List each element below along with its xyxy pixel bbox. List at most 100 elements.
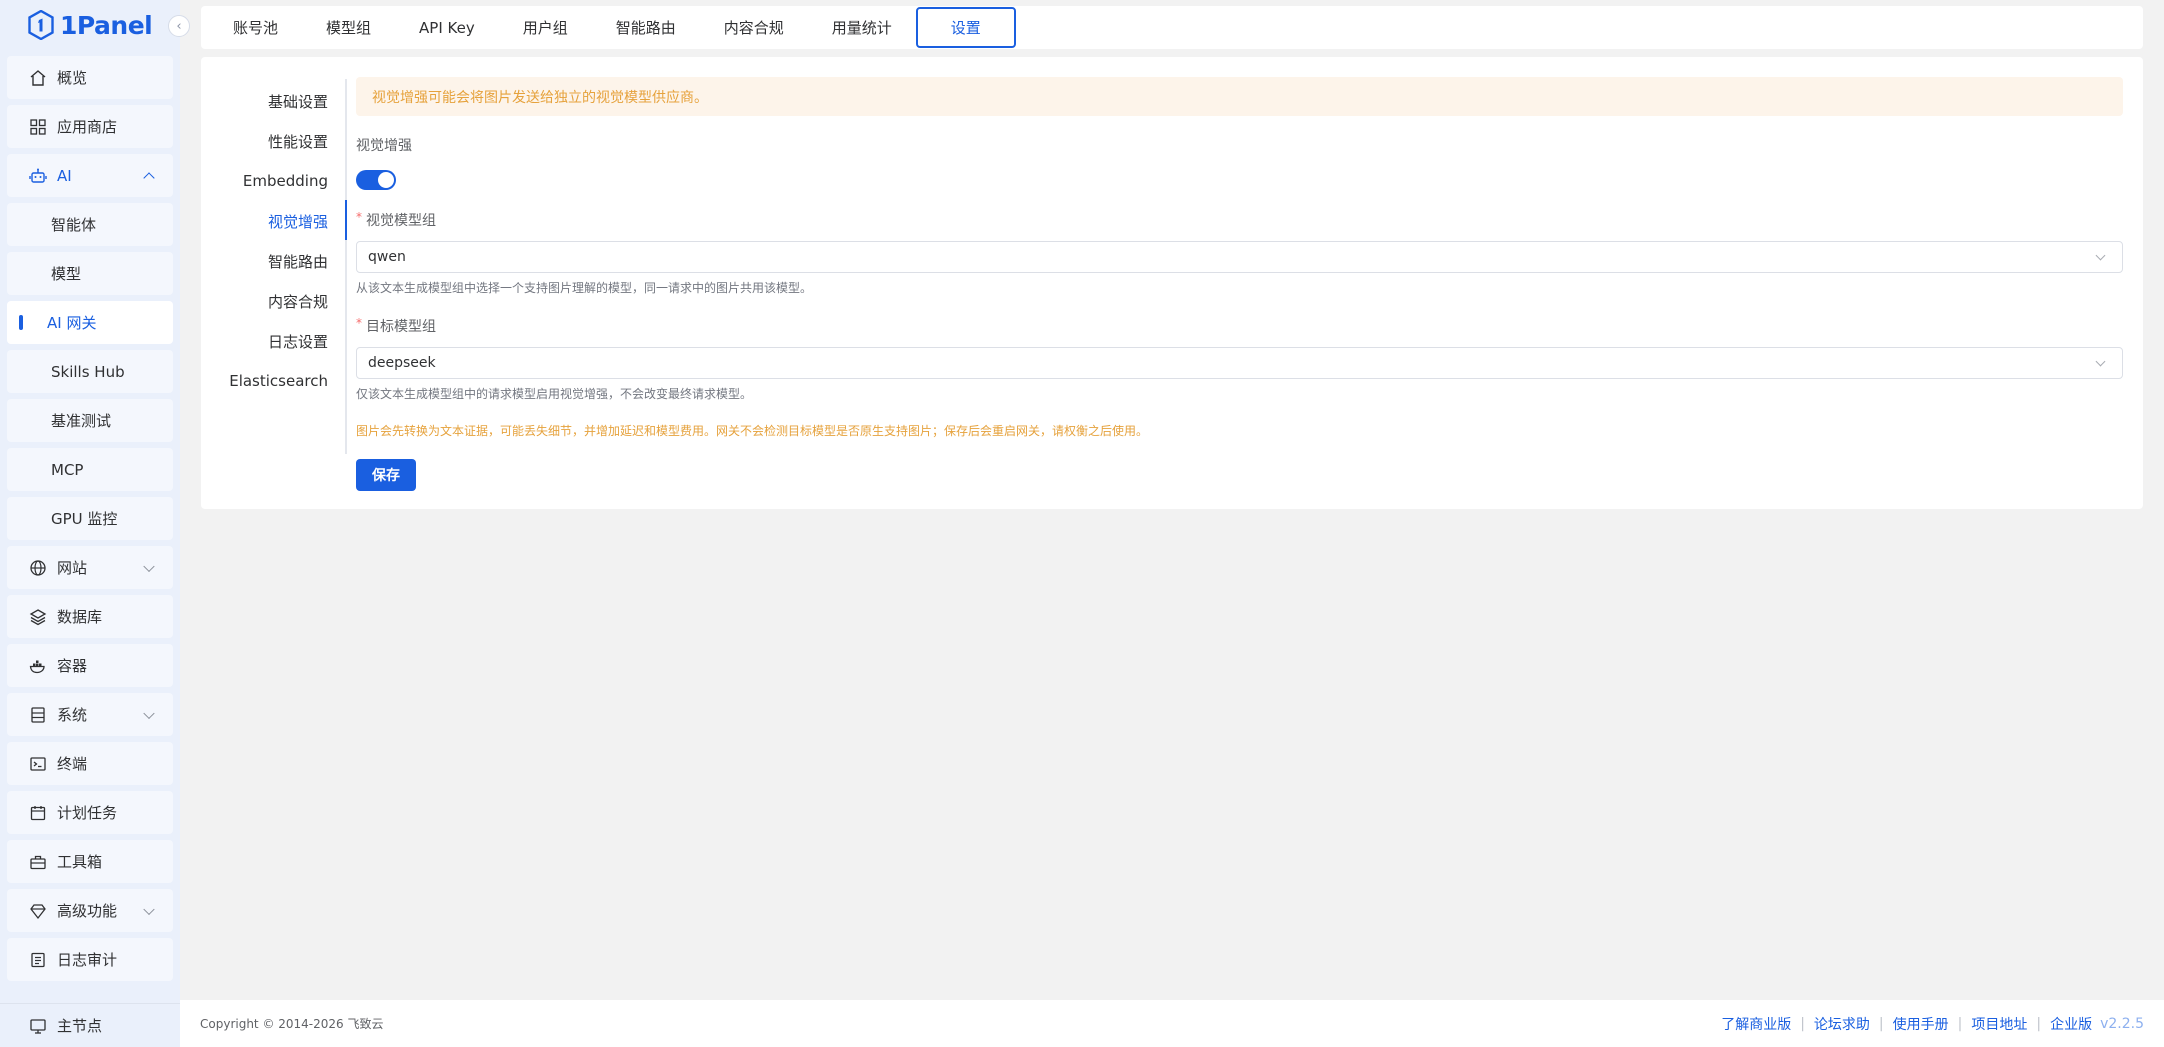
chevron-down-icon [143, 903, 155, 915]
settings-nav-basic[interactable]: 基础设置 [201, 81, 345, 121]
footer-separator: | [1878, 1015, 1884, 1032]
required-asterisk: * [356, 210, 362, 224]
server-icon [29, 706, 47, 724]
sidebar-item-ai[interactable]: AI [7, 154, 173, 197]
chevron-down-icon [2095, 356, 2106, 367]
sidebar-item-label: 终端 [57, 755, 88, 773]
tab-account-pool[interactable]: 账号池 [209, 7, 302, 48]
sidebar-item-models[interactable]: 模型 [7, 252, 173, 295]
settings-card: 基础设置 性能设置 Embedding 视觉增强 智能路由 内容合规 日志设置 … [201, 57, 2143, 509]
vision-group-help: 从该文本生成模型组中选择一个支持图片理解的模型，同一请求中的图片共用该模型。 [356, 281, 813, 295]
settings-nav-elasticsearch[interactable]: Elasticsearch [201, 361, 345, 401]
sidebar-item-label: MCP [51, 460, 84, 479]
home-icon [29, 69, 47, 87]
tab-content-compliance[interactable]: 内容合规 [700, 7, 808, 48]
footer-link-enterprise[interactable]: 企业版 [2050, 1014, 2092, 1034]
sidebar-menu: 概览 应用商店 AI 智能体 模型 AI 网关 Skills Hub 基准测试 … [7, 56, 173, 981]
sidebar-item-label: GPU 监控 [51, 510, 118, 528]
logo-hexagon-icon [28, 10, 54, 40]
footer-link-project[interactable]: 项目地址 [1971, 1014, 2027, 1034]
sidebar-item-label: 模型 [51, 265, 82, 283]
sidebar-item-benchmark[interactable]: 基准测试 [7, 399, 173, 442]
sidebar-item-label: 高级功能 [57, 902, 118, 920]
sidebar-item-database[interactable]: 数据库 [7, 595, 173, 638]
docker-icon [29, 657, 47, 675]
robot-icon [29, 167, 47, 185]
settings-nav-logging[interactable]: 日志设置 [201, 321, 345, 361]
sidebar-item-log-audit[interactable]: 日志审计 [7, 938, 173, 981]
vision-alert: 视觉增强可能会将图片发送给独立的视觉模型供应商。 [356, 77, 2123, 116]
sidebar-item-agents[interactable]: 智能体 [7, 203, 173, 246]
node-label: 主节点 [57, 1017, 103, 1035]
vision-group-label-text: 视觉模型组 [366, 213, 436, 229]
settings-nav-active-indicator [345, 200, 347, 240]
diamond-icon [29, 902, 47, 920]
chevron-down-icon [2095, 250, 2106, 261]
vision-group-select[interactable]: qwen [356, 241, 2123, 273]
sidebar-item-label: 系统 [57, 706, 88, 724]
chevron-down-icon [143, 707, 155, 719]
sidebar-item-container[interactable]: 容器 [7, 644, 173, 687]
tab-model-groups[interactable]: 模型组 [302, 7, 395, 48]
calendar-icon [29, 804, 47, 822]
settings-nav-smart-routing[interactable]: 智能路由 [201, 241, 345, 281]
globe-icon [29, 559, 47, 577]
sidebar-item-label: 工具箱 [57, 853, 103, 871]
app-logo[interactable]: 1Panel [28, 8, 153, 42]
target-group-field-label: * 目标模型组 [356, 316, 2123, 336]
save-button[interactable]: 保存 [356, 459, 416, 491]
settings-nav-embedding[interactable]: Embedding [201, 161, 345, 201]
tab-settings[interactable]: 设置 [915, 7, 1016, 48]
sidebar-item-website[interactable]: 网站 [7, 546, 173, 589]
settings-nav: 基础设置 性能设置 Embedding 视觉增强 智能路由 内容合规 日志设置 … [201, 81, 345, 401]
tab-smart-routing[interactable]: 智能路由 [592, 7, 700, 48]
chevron-down-icon [143, 560, 155, 572]
sidebar-item-overview[interactable]: 概览 [7, 56, 173, 99]
footer-link-manual[interactable]: 使用手册 [1893, 1014, 1949, 1034]
vision-warning-text: 图片会先转换为文本证据，可能丢失细节，并增加延迟和模型费用。网关不会检测目标模型… [356, 424, 1149, 438]
footer: Copyright © 2014-2026 飞致云 了解商业版 | 论坛求助 |… [180, 1000, 2164, 1047]
sidebar-item-app-store[interactable]: 应用商店 [7, 105, 173, 148]
vision-toggle-label: 视觉增强 [356, 138, 412, 154]
vision-group-field-label: * 视觉模型组 [356, 210, 2123, 230]
target-group-select[interactable]: deepseek [356, 347, 2123, 379]
footer-link-business[interactable]: 了解商业版 [1721, 1014, 1791, 1034]
tab-usage-stats[interactable]: 用量统计 [808, 7, 916, 48]
terminal-icon [29, 755, 47, 773]
required-asterisk: * [356, 316, 362, 330]
sidebar-item-system[interactable]: 系统 [7, 693, 173, 736]
vision-settings-form: 视觉增强可能会将图片发送给独立的视觉模型供应商。 视觉增强 * 视觉模型组 qw… [356, 77, 2123, 491]
vision-toggle-switch[interactable] [356, 170, 396, 190]
footer-separator: | [1957, 1015, 1963, 1032]
settings-nav-compliance[interactable]: 内容合规 [201, 281, 345, 321]
target-group-label-text: 目标模型组 [366, 319, 436, 335]
sidebar-item-label: 应用商店 [57, 118, 118, 136]
layers-icon [29, 608, 47, 626]
sidebar-item-label: 智能体 [51, 216, 97, 234]
tab-api-key[interactable]: API Key [395, 7, 499, 48]
sidebar-item-skills-hub[interactable]: Skills Hub [7, 350, 173, 393]
version-label: v2.2.5 [2100, 1015, 2144, 1032]
footer-separator: | [2036, 1015, 2042, 1032]
node-switcher[interactable]: 主节点 [0, 1003, 180, 1047]
sidebar-item-label: AI [57, 166, 72, 185]
sidebar-item-mcp[interactable]: MCP [7, 448, 173, 491]
settings-nav-vision[interactable]: 视觉增强 [201, 201, 345, 241]
sidebar-collapse-button[interactable]: ‹ [168, 15, 190, 37]
target-group-value: deepseek [368, 355, 436, 371]
sidebar-item-toolbox[interactable]: 工具箱 [7, 840, 173, 883]
sidebar-item-label: 基准测试 [51, 412, 112, 430]
sidebar-item-ai-gateway[interactable]: AI 网关 [7, 301, 173, 344]
tab-user-groups[interactable]: 用户组 [499, 7, 592, 48]
settings-nav-performance[interactable]: 性能设置 [201, 121, 345, 161]
sidebar-item-label: 网站 [57, 559, 88, 577]
sidebar-item-cron[interactable]: 计划任务 [7, 791, 173, 834]
apps-grid-icon [29, 118, 47, 136]
sidebar-item-terminal[interactable]: 终端 [7, 742, 173, 785]
footer-link-forum[interactable]: 论坛求助 [1814, 1014, 1870, 1034]
footer-separator: | [1800, 1015, 1805, 1032]
sidebar-item-gpu-monitor[interactable]: GPU 监控 [7, 497, 173, 540]
sidebar-item-label: 数据库 [57, 608, 103, 626]
chevron-up-icon [143, 171, 155, 184]
sidebar-item-advanced[interactable]: 高级功能 [7, 889, 173, 932]
